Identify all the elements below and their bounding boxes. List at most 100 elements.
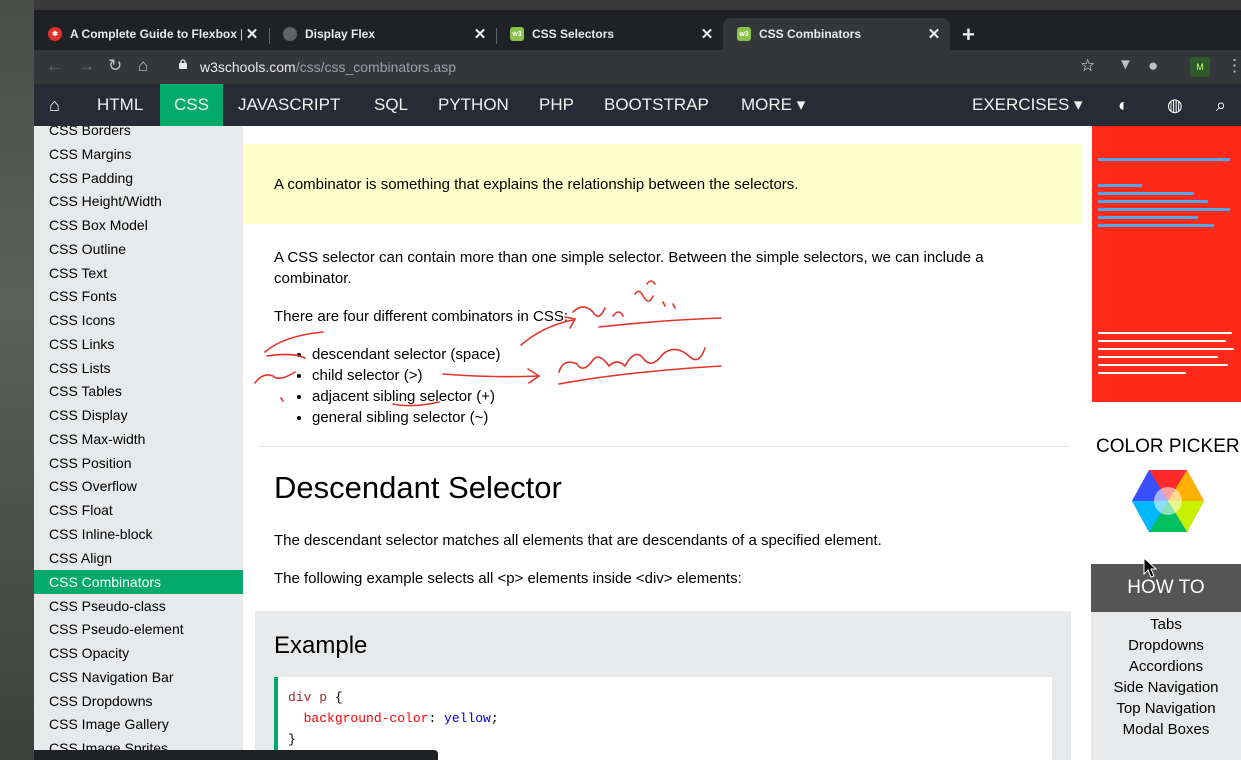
note-box: A combinator is something that explains … [243, 144, 1082, 224]
browser-tab-strip: ✱ A Complete Guide to Flexbox | ✕ Displa… [34, 10, 1241, 50]
sidebar-item-display[interactable]: CSS Display [34, 403, 243, 427]
sidebar-item-height-width[interactable]: CSS Height/Width [34, 189, 243, 213]
nav-html[interactable]: HTML [83, 84, 157, 126]
close-icon[interactable]: ✕ [697, 25, 717, 43]
extension-circle-icon[interactable]: ● [1148, 56, 1158, 76]
nav-python[interactable]: PYTHON [424, 84, 523, 126]
sidebar-item-pseudo-class[interactable]: CSS Pseudo-class [34, 594, 243, 618]
contrast-icon[interactable]: ◐ [1118, 95, 1129, 116]
list-item: descendant selector (space) [312, 344, 500, 365]
nav-javascript[interactable]: JAVASCRIPT [224, 84, 354, 126]
section-title: Descendant Selector [274, 470, 562, 505]
sidebar-item-combinators[interactable]: CSS Combinators [34, 570, 243, 594]
howto-item-modal-boxes[interactable]: Modal Boxes [1091, 721, 1241, 738]
sidebar-item-overflow[interactable]: CSS Overflow [34, 474, 243, 498]
profile-avatar-icon[interactable]: M [1190, 57, 1210, 77]
lock-icon [179, 59, 187, 69]
sidebar-item-navigation-bar[interactable]: CSS Navigation Bar [34, 665, 243, 689]
nav-php[interactable]: PHP [525, 84, 588, 126]
globe-icon[interactable]: ◍ [1167, 95, 1183, 116]
browser-toolbar: ← → ↻ ⌂ w3schools.com/css/css_combinator… [34, 50, 1241, 84]
code-block: div p { background-color: yellow; } [274, 677, 1052, 760]
howto-item-tabs[interactable]: Tabs [1091, 616, 1241, 633]
globe-icon [283, 27, 297, 41]
bookmark-star-icon[interactable]: ☆ [1080, 56, 1095, 76]
home-icon[interactable]: ⌂ [138, 56, 148, 76]
close-icon[interactable]: ✕ [470, 25, 490, 43]
howto-item-side-navigation[interactable]: Side Navigation [1091, 679, 1241, 696]
sidebar-item-margins[interactable]: CSS Margins [34, 142, 243, 166]
howto-item-accordions[interactable]: Accordions [1091, 658, 1241, 675]
sidebar-item-float[interactable]: CSS Float [34, 498, 243, 522]
close-icon[interactable]: ✕ [242, 25, 262, 43]
intro-paragraph: A CSS selector can contain more than one… [274, 249, 984, 287]
descendant-description: The descendant selector matches all elem… [274, 532, 882, 549]
tab-flexbox-guide[interactable]: ✱ A Complete Guide to Flexbox | ✕ [34, 18, 268, 50]
nav-css[interactable]: CSS [160, 84, 223, 126]
nav-exercises[interactable]: EXERCISES ▾ [958, 84, 1097, 126]
sidebar-item-icons[interactable]: CSS Icons [34, 308, 243, 332]
howto-item-dropdowns[interactable]: Dropdowns [1091, 637, 1241, 654]
color-wheel-icon[interactable] [1131, 468, 1205, 534]
tab-display-flex[interactable]: Display Flex ✕ [269, 18, 496, 50]
sidebar-item-image-gallery[interactable]: CSS Image Gallery [34, 712, 243, 736]
tab-css-selectors[interactable]: w3 CSS Selectors ✕ [496, 18, 723, 50]
sidebar-item-opacity[interactable]: CSS Opacity [34, 641, 243, 665]
sidebar: CSS Borders CSS Margins CSS Padding CSS … [34, 126, 243, 760]
desktop-background [0, 0, 34, 760]
sidebar-item-links[interactable]: CSS Links [34, 332, 243, 356]
tab-title: Display Flex [305, 27, 376, 41]
search-icon[interactable]: ⌕ [1216, 95, 1226, 116]
sidebar-item-pseudo-element[interactable]: CSS Pseudo-element [34, 617, 243, 641]
example-box: Example div p { background-color: yellow… [255, 611, 1071, 760]
list-item: child selector (>) [312, 365, 500, 386]
example-title: Example [274, 632, 368, 659]
color-picker-title: COLOR PICKER [1096, 436, 1240, 457]
more-menu-icon[interactable]: ⋮ [1226, 56, 1241, 76]
tab-title: CSS Selectors [532, 27, 615, 41]
howto-item-top-navigation[interactable]: Top Navigation [1091, 700, 1241, 717]
list-item: adjacent sibling selector (+) [312, 386, 500, 407]
extension-v-icon[interactable]: ▼ [1118, 56, 1133, 73]
sidebar-item-lists[interactable]: CSS Lists [34, 356, 243, 380]
note-text: A combinator is something that explains … [274, 176, 799, 193]
list-item: general sibling selector (~) [312, 407, 500, 428]
nav-bootstrap[interactable]: BOOTSTRAP [590, 84, 723, 126]
mouse-cursor-icon [1143, 557, 1158, 578]
new-tab-icon[interactable]: + [962, 22, 975, 48]
example-description: The following example selects all <p> el… [274, 570, 742, 587]
tab-css-combinators[interactable]: w3 CSS Combinators ✕ [723, 18, 950, 50]
sidebar-item-outline[interactable]: CSS Outline [34, 237, 243, 261]
sidebar-item-inline-block[interactable]: CSS Inline-block [34, 522, 243, 546]
sidebar-item-borders[interactable]: CSS Borders [34, 126, 243, 142]
w3schools-icon: w3 [737, 27, 751, 41]
forward-icon[interactable]: → [78, 56, 95, 76]
css-tricks-icon: ✱ [48, 27, 62, 41]
sidebar-item-box-model[interactable]: CSS Box Model [34, 213, 243, 237]
sidebar-item-align[interactable]: CSS Align [34, 546, 243, 570]
home-icon[interactable]: ⌂ [49, 95, 60, 116]
right-panel: COLOR PICKER HOW TO Tabs Dropdowns Accor… [1089, 126, 1241, 760]
address-bar[interactable]: w3schools.com/css/css_combinators.asp ☆ [162, 53, 1202, 81]
tab-title: A Complete Guide to Flexbox | [70, 27, 242, 41]
advertisement-banner[interactable] [1092, 126, 1241, 402]
site-navbar: ⌂ HTML CSS JAVASCRIPT SQL PYTHON PHP BOO… [34, 84, 1241, 126]
sidebar-item-padding[interactable]: CSS Padding [34, 166, 243, 190]
sidebar-item-position[interactable]: CSS Position [34, 451, 243, 475]
main-content: A combinator is something that explains … [243, 126, 1089, 760]
close-icon[interactable]: ✕ [924, 25, 944, 43]
url-text: w3schools.com/css/css_combinators.asp [200, 59, 456, 75]
nav-more[interactable]: MORE ▾ [727, 84, 819, 126]
status-bar [34, 750, 438, 760]
sidebar-item-fonts[interactable]: CSS Fonts [34, 284, 243, 308]
howto-title: HOW TO [1091, 564, 1241, 612]
sidebar-item-text[interactable]: CSS Text [34, 261, 243, 285]
back-icon[interactable]: ← [46, 56, 63, 76]
sidebar-item-tables[interactable]: CSS Tables [34, 379, 243, 403]
w3schools-icon: w3 [510, 27, 524, 41]
reload-icon[interactable]: ↻ [108, 56, 122, 76]
nav-sql[interactable]: SQL [360, 84, 422, 126]
sidebar-item-dropdowns[interactable]: CSS Dropdowns [34, 689, 243, 713]
four-combinators-text: There are four different combinators in … [274, 308, 569, 325]
sidebar-item-max-width[interactable]: CSS Max-width [34, 427, 243, 451]
